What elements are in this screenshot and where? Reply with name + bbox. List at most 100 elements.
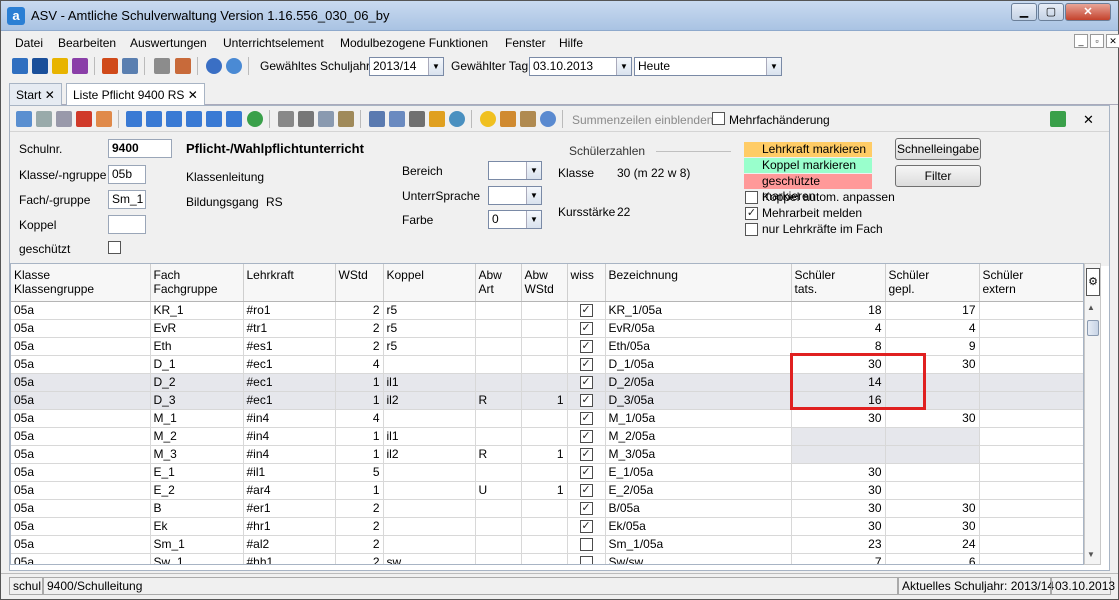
minimize-button[interactable]: ▁: [1011, 3, 1037, 21]
column-header[interactable]: Koppel: [383, 264, 476, 302]
help-icon[interactable]: [540, 111, 556, 127]
wiss-checkbox-cell[interactable]: ✓: [567, 409, 606, 428]
table-row[interactable]: 05a Ek #hr1 2 ✓ Ek/05a 30 30: [11, 517, 1083, 536]
column-header[interactable]: Abw Art: [475, 264, 522, 302]
tag-select[interactable]: 03.10.2013 ▼: [529, 57, 632, 76]
tab-liste-pflicht[interactable]: Liste Pflicht 9400 RS ✕: [66, 83, 205, 105]
column-settings-icon[interactable]: ⚙: [1086, 268, 1100, 296]
book-icon[interactable]: [102, 58, 118, 74]
menu-hilfe[interactable]: Hilfe: [559, 36, 583, 50]
table-row[interactable]: 05a Sm_1 #al2 2 Sm_1/05a 23 24: [11, 535, 1083, 554]
wiss-checkbox[interactable]: ✓: [579, 502, 593, 516]
wiss-checkbox-cell[interactable]: ✓: [567, 301, 606, 320]
mdi-close-icon[interactable]: ✕: [1106, 34, 1119, 48]
klasse-field[interactable]: 05b: [108, 165, 146, 184]
wiss-checkbox[interactable]: [579, 538, 593, 552]
wiss-checkbox-cell[interactable]: ✓: [567, 355, 606, 374]
menu-bearbeiten[interactable]: Bearbeiten: [58, 36, 116, 50]
table-row[interactable]: 05a E_1 #il1 5 ✓ E_1/05a 30: [11, 463, 1083, 482]
export-icon[interactable]: [389, 111, 405, 127]
wiss-checkbox-cell[interactable]: ✓: [567, 481, 606, 500]
teacher-icon[interactable]: [72, 58, 88, 74]
maximize-button[interactable]: ▢: [1038, 3, 1064, 21]
close-icon[interactable]: ✕: [45, 88, 55, 102]
last-icon[interactable]: [226, 111, 242, 127]
wiss-checkbox-cell[interactable]: ✓: [567, 391, 606, 410]
wiss-checkbox[interactable]: ✓: [579, 376, 593, 390]
wiss-checkbox-cell[interactable]: ✓: [567, 499, 606, 518]
scroll-up-icon[interactable]: ▲: [1087, 303, 1095, 312]
send-icon[interactable]: [429, 111, 445, 127]
wiss-checkbox[interactable]: [579, 556, 593, 564]
koppel-field[interactable]: [108, 215, 146, 234]
heute-select[interactable]: Heute ▼: [634, 57, 782, 76]
lightbulb-icon[interactable]: [480, 111, 496, 127]
paste-icon[interactable]: [338, 111, 354, 127]
wiss-checkbox-cell[interactable]: ✓: [567, 427, 606, 446]
geschuetzt-checkbox[interactable]: [108, 241, 121, 254]
sync-icon[interactable]: [1050, 111, 1066, 127]
column-header[interactable]: WStd: [335, 264, 384, 302]
column-header[interactable]: Schüler extern: [979, 264, 1083, 302]
mdi-minimize-icon[interactable]: _: [1074, 34, 1088, 48]
mdi-restore-icon[interactable]: ▫: [1090, 34, 1104, 48]
table-row[interactable]: 05a M_2 #in4 1 il1 ✓ M_2/05a: [11, 427, 1083, 446]
menu-modulbezogene-funktionen[interactable]: Modulbezogene Funktionen: [340, 36, 488, 50]
schuljahr-select[interactable]: 2013/14 ▼: [369, 57, 444, 76]
first-icon[interactable]: [126, 111, 142, 127]
print-icon[interactable]: [409, 111, 425, 127]
filter-button[interactable]: Filter: [895, 165, 981, 187]
wiss-checkbox[interactable]: ✓: [579, 304, 593, 318]
persons-icon[interactable]: [12, 58, 28, 74]
notes-icon[interactable]: [520, 111, 536, 127]
table-row[interactable]: 05a KR_1 #ro1 2 r5 ✓ KR_1/05a 18 17: [11, 301, 1083, 320]
wiss-checkbox-cell[interactable]: ✓: [567, 373, 606, 392]
wiss-checkbox[interactable]: ✓: [579, 484, 593, 498]
schnelleingabe-button[interactable]: Schnelleingabe: [895, 138, 981, 160]
delete-icon[interactable]: [76, 111, 92, 127]
column-header[interactable]: Bezeichnung: [605, 264, 792, 302]
report-icon[interactable]: [369, 111, 385, 127]
clock-icon[interactable]: [449, 111, 465, 127]
table-row[interactable]: 05a E_2 #ar4 1 U 1 ✓ E_2/05a 30: [11, 481, 1083, 500]
wiss-checkbox[interactable]: ✓: [579, 394, 593, 408]
wiss-checkbox-cell[interactable]: ✓: [567, 319, 606, 338]
bereich-select[interactable]: ▼: [488, 161, 542, 180]
close-icon[interactable]: ✕: [188, 88, 198, 102]
menu-datei[interactable]: Datei: [15, 36, 43, 50]
table-row[interactable]: 05a M_1 #in4 4 ✓ M_1/05a 30 30: [11, 409, 1083, 428]
next-page-icon[interactable]: [206, 111, 222, 127]
schulnr-field[interactable]: 9400: [108, 139, 172, 158]
table-row[interactable]: 05a M_3 #in4 1 il2 R 1 ✓ M_3/05a: [11, 445, 1083, 464]
wiss-checkbox[interactable]: ✓: [579, 322, 593, 336]
group-icon[interactable]: [52, 58, 68, 74]
cut-icon[interactable]: [298, 111, 314, 127]
scroll-thumb[interactable]: [1087, 320, 1099, 336]
save-icon[interactable]: [36, 111, 52, 127]
vertical-scrollbar[interactable]: ⚙ ▲ ▼: [1084, 263, 1101, 565]
tab-start[interactable]: Start ✕: [9, 83, 62, 105]
scroll-down-icon[interactable]: ▼: [1087, 550, 1095, 559]
fach-field[interactable]: Sm_1: [108, 190, 146, 209]
column-header[interactable]: Schüler gepl.: [885, 264, 980, 302]
id-card-icon[interactable]: [32, 58, 48, 74]
wiss-checkbox[interactable]: ✓: [579, 412, 593, 426]
wiss-checkbox-cell[interactable]: [567, 553, 606, 564]
wiss-checkbox[interactable]: ✓: [579, 430, 593, 444]
wiss-checkbox-cell[interactable]: ✓: [567, 517, 606, 536]
column-header[interactable]: wiss: [567, 264, 606, 302]
table-row[interactable]: 05a EvR #tr1 2 r5 ✓ EvR/05a 4 4: [11, 319, 1083, 338]
column-header[interactable]: Schüler tats.: [791, 264, 886, 302]
column-header[interactable]: Fach Fachgruppe: [150, 264, 244, 302]
farbe-select[interactable]: 0 ▼: [488, 210, 542, 229]
wiss-checkbox-cell[interactable]: ✓: [567, 463, 606, 482]
wiss-checkbox[interactable]: ✓: [579, 358, 593, 372]
table-row[interactable]: 05a B #er1 2 ✓ B/05a 30 30: [11, 499, 1083, 518]
window-icon[interactable]: [175, 58, 191, 74]
new-icon[interactable]: [16, 111, 32, 127]
unterrsprache-select[interactable]: ▼: [488, 186, 542, 205]
refresh-icon[interactable]: [247, 111, 263, 127]
wiss-checkbox-cell[interactable]: [567, 535, 606, 554]
summenzeilen-button[interactable]: Summenzeilen einblenden: [572, 113, 713, 127]
column-header[interactable]: Abw WStd: [521, 264, 568, 302]
